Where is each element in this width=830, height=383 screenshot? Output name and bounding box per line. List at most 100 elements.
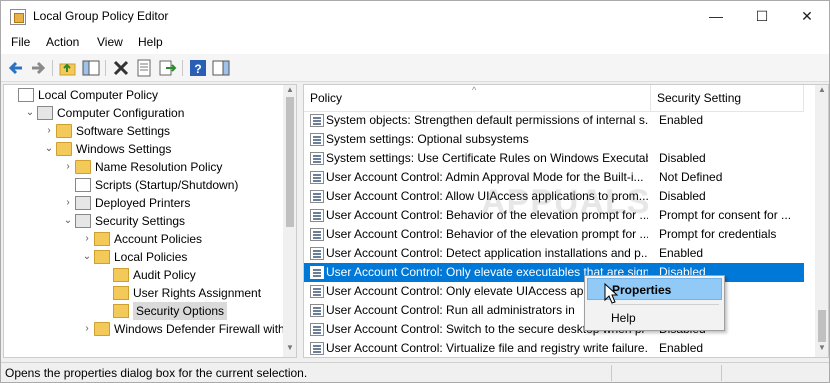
policy-row[interactable]: User Account Control: Detect application… xyxy=(304,244,804,263)
folder-icon xyxy=(56,142,72,156)
column-header-setting-label: Security Setting xyxy=(657,91,742,105)
collapsed-chevron-icon[interactable]: › xyxy=(44,122,54,140)
tree-node[interactable]: › Windows Defender Firewall with A xyxy=(4,320,295,338)
scroll-up-arrow-icon[interactable]: ▲ xyxy=(815,85,828,97)
svg-text:?: ? xyxy=(194,62,201,76)
tree-node[interactable]: Scripts (Startup/Shutdown) xyxy=(4,176,282,194)
collapsed-chevron-icon[interactable]: › xyxy=(82,230,92,248)
properties-icon[interactable] xyxy=(134,58,154,78)
policy-name: User Account Control: Virtualize file an… xyxy=(326,341,648,355)
tree-node[interactable]: ⌄ Security Settings xyxy=(4,212,282,230)
menu-file[interactable]: File xyxy=(11,35,30,49)
policy-name: User Account Control: Detect application… xyxy=(326,246,648,260)
policy-row[interactable]: System objects: Strengthen default permi… xyxy=(304,111,804,130)
scrollbar-thumb[interactable] xyxy=(286,97,294,227)
expanded-chevron-icon[interactable]: ⌄ xyxy=(82,248,92,266)
close-button[interactable]: ✕ xyxy=(784,1,830,32)
tree-node[interactable]: › Deployed Printers xyxy=(4,194,282,212)
tree-scrollbar[interactable]: ▲ ▼ xyxy=(283,85,296,357)
column-header-policy[interactable]: ^ Policy xyxy=(304,85,651,112)
tree-node-label: Deployed Printers xyxy=(95,196,191,210)
collapsed-chevron-icon[interactable]: › xyxy=(63,158,73,176)
policy-name: System settings: Use Certificate Rules o… xyxy=(326,151,648,165)
title-bar[interactable]: Local Group Policy Editor — ☐ ✕ xyxy=(1,1,829,32)
tree-node[interactable]: ⌄ Computer Configuration xyxy=(4,104,282,122)
scroll-down-arrow-icon[interactable]: ▼ xyxy=(283,343,296,355)
toolbar-separator xyxy=(182,60,183,76)
policy-name: User Account Control: Behavior of the el… xyxy=(326,227,648,241)
export-list-icon[interactable] xyxy=(157,58,177,78)
collapsed-chevron-icon[interactable]: › xyxy=(82,320,92,338)
scroll-down-arrow-icon[interactable]: ▼ xyxy=(815,343,828,355)
expanded-chevron-icon[interactable]: ⌄ xyxy=(25,104,35,122)
tree-node[interactable]: Audit Policy xyxy=(4,266,282,284)
forward-icon[interactable] xyxy=(28,58,48,78)
folder-icon xyxy=(94,322,110,336)
tree-node-label: Computer Configuration xyxy=(57,106,185,120)
mouse-pointer-icon xyxy=(604,282,620,305)
computer-icon xyxy=(37,106,53,120)
help-icon[interactable]: ? xyxy=(188,58,208,78)
menu-help[interactable]: Help xyxy=(138,35,163,49)
sort-ascending-icon: ^ xyxy=(472,85,477,95)
tree-node[interactable]: › Software Settings xyxy=(4,122,282,140)
tree-node[interactable]: ⌄ Local Policies xyxy=(4,248,282,266)
toolbar: ? xyxy=(1,54,829,82)
scrollbar-thumb[interactable] xyxy=(818,310,826,342)
policy-row[interactable]: User Account Control: Only elevate execu… xyxy=(304,263,804,282)
tree-node[interactable]: ⌄ Windows Settings xyxy=(4,140,282,158)
tree-node-label: Local Policies xyxy=(114,250,188,264)
tree-node[interactable]: › Account Policies xyxy=(4,230,282,248)
up-folder-icon[interactable] xyxy=(58,58,78,78)
policy-setting-icon xyxy=(310,152,324,165)
menu-action[interactable]: Action xyxy=(46,35,79,49)
context-menu-separator xyxy=(611,304,719,305)
minimize-button[interactable]: — xyxy=(693,1,739,32)
tree-node-label: Security Options xyxy=(133,302,228,320)
tree-node[interactable]: Local Computer Policy xyxy=(4,86,282,104)
tree-node-label: Account Policies xyxy=(114,232,203,246)
scroll-up-arrow-icon[interactable]: ▲ xyxy=(283,85,296,97)
policy-name: System objects: Strengthen default permi… xyxy=(326,113,648,127)
policy-row[interactable]: User Account Control: Switch to the secu… xyxy=(304,320,804,339)
policy-name: System settings: Optional subsystems xyxy=(326,132,529,146)
expanded-chevron-icon[interactable]: ⌄ xyxy=(63,212,73,230)
policy-setting-icon xyxy=(310,342,324,355)
tree-pane[interactable]: Local Computer Policy ⌄ Computer Configura… xyxy=(3,84,297,358)
policy-setting-icon xyxy=(310,114,324,127)
tree-node[interactable]: Security Options xyxy=(4,302,282,320)
policy-row[interactable]: System settings: Optional subsystems xyxy=(304,130,804,149)
policy-setting-icon xyxy=(310,304,324,317)
policy-row[interactable]: User Account Control: Virtualize file an… xyxy=(304,339,804,357)
collapsed-chevron-icon[interactable]: › xyxy=(63,194,73,212)
locked-folder-icon xyxy=(113,304,129,318)
list-scrollbar[interactable]: ▲ ▼ xyxy=(815,85,828,357)
policy-security-setting: Prompt for consent for ... xyxy=(659,208,792,222)
maximize-button[interactable]: ☐ xyxy=(739,1,785,32)
menu-view[interactable]: View xyxy=(97,35,123,49)
tree-node[interactable]: › Name Resolution Policy xyxy=(4,158,282,176)
policy-security-setting: Prompt for credentials xyxy=(659,227,777,241)
policy-setting-icon xyxy=(310,323,324,336)
tree-node-label: User Rights Assignment xyxy=(133,286,262,300)
status-divider xyxy=(611,365,612,381)
context-menu-help[interactable]: Help xyxy=(587,307,722,329)
tree-node-label: Software Settings xyxy=(76,124,171,138)
policy-setting-icon xyxy=(310,247,324,260)
show-hide-tree-icon[interactable] xyxy=(81,58,101,78)
delete-icon[interactable] xyxy=(111,58,131,78)
policy-setting-icon xyxy=(310,285,324,298)
policy-row[interactable]: User Account Control: Run all administra… xyxy=(304,301,804,320)
expanded-chevron-icon[interactable]: ⌄ xyxy=(44,140,54,158)
policy-row[interactable]: User Account Control: Only elevate UIAcc… xyxy=(304,282,804,301)
show-hide-action-pane-icon[interactable] xyxy=(211,58,231,78)
policy-security-setting: Disabled xyxy=(659,189,706,203)
back-icon[interactable] xyxy=(6,58,26,78)
policy-row[interactable]: System settings: Use Certificate Rules o… xyxy=(304,149,804,168)
tree-node-label: Scripts (Startup/Shutdown) xyxy=(95,178,239,192)
column-header-security-setting[interactable]: Security Setting xyxy=(651,85,804,112)
tree-node-label: Windows Defender Firewall with A xyxy=(114,322,296,336)
tree-node[interactable]: User Rights Assignment xyxy=(4,284,282,302)
policy-row[interactable]: User Account Control: Behavior of the el… xyxy=(304,225,804,244)
status-divider xyxy=(721,365,722,381)
